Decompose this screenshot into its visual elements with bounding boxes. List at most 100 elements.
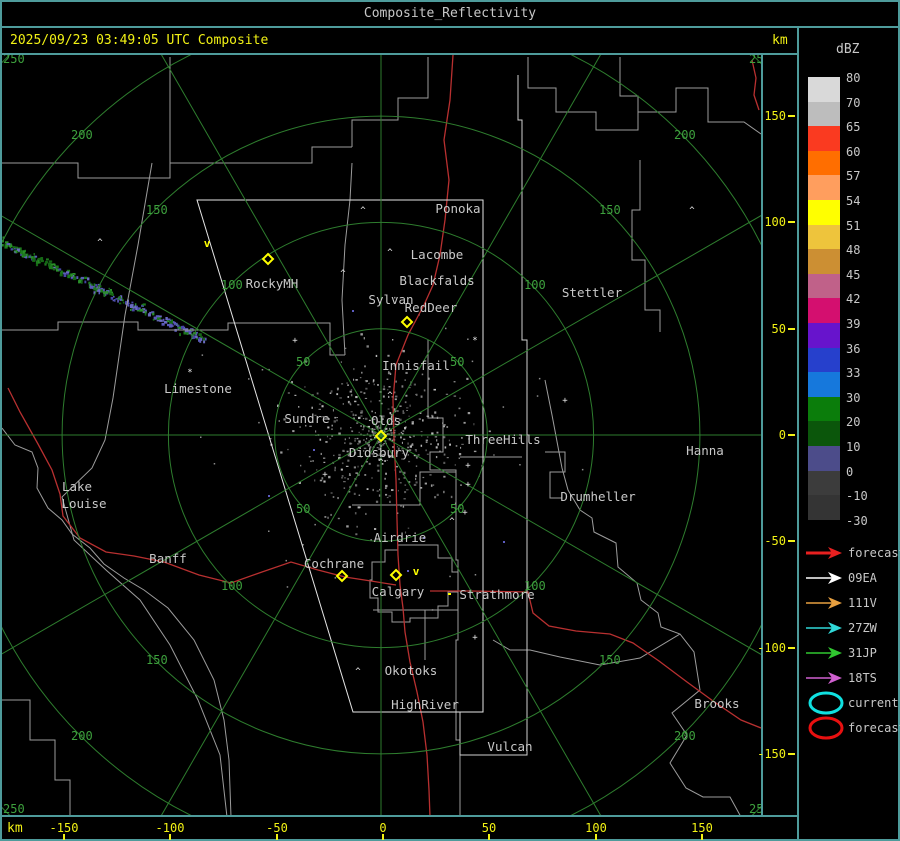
colorbar-value: 60	[846, 144, 861, 159]
y-axis-label: 50	[771, 322, 786, 336]
colorbar-value: 51	[846, 218, 861, 233]
colorbar-value: 65	[846, 120, 861, 135]
y-axis-tick	[788, 115, 795, 117]
y-axis-label: 100	[764, 215, 786, 229]
city-label: RedDeer	[405, 300, 458, 315]
x-axis-label: 150	[691, 821, 713, 835]
x-axis-label: -150	[49, 821, 79, 835]
colorbar-swatch	[808, 200, 840, 225]
colorbar-swatch	[808, 323, 840, 348]
range-ring-label: 50	[450, 355, 464, 369]
city-label: Sundre	[284, 411, 329, 426]
colorbar-value: 42	[846, 292, 861, 307]
colorbar-value: 36	[846, 341, 861, 356]
svg-text:^: ^	[387, 248, 393, 258]
y-axis-label: -50	[764, 534, 786, 548]
x-axis-tick	[701, 834, 703, 840]
colorbar-value: 33	[846, 366, 861, 381]
svg-text:*: *	[187, 368, 192, 378]
x-axis-tick	[169, 834, 171, 840]
colorbar-swatch	[808, 150, 840, 176]
colorbar-swatch	[808, 396, 840, 422]
x-axis-label: -100	[155, 821, 185, 835]
city-label: Okotoks	[385, 663, 438, 678]
legend-label: forecast	[848, 721, 900, 735]
legend-label: 18TS	[848, 671, 877, 685]
range-ring-label: 250	[749, 802, 761, 815]
km-unit-bottom-left: km	[7, 821, 23, 836]
legend-label: 31JP	[848, 646, 877, 660]
range-ring-label: 200	[71, 128, 93, 142]
station-obs-markers: ^+*^^^^*++++^+^^+^	[97, 206, 695, 677]
city-label: ThreeHills	[465, 432, 540, 447]
colorbar-value: 0	[846, 464, 854, 479]
colorbar-value: 30	[846, 390, 861, 405]
x-axis-tick	[488, 834, 490, 840]
scan-area-outline	[196, 75, 528, 756]
y-axis-tick	[788, 540, 795, 542]
y-axis-tick	[788, 434, 795, 436]
range-ring-label: 100	[524, 278, 546, 292]
city-label: Lacombe	[411, 247, 464, 262]
x-axis-tick	[595, 834, 597, 840]
range-ring-label: 250	[3, 55, 25, 66]
y-axis-tick	[788, 221, 795, 223]
x-axis-tick	[276, 834, 278, 840]
city-label: Ponoka	[435, 201, 480, 216]
range-ring-label: 100	[221, 579, 243, 593]
city-label: Strathmore	[459, 587, 534, 602]
svg-text:+: +	[472, 633, 478, 643]
colorbar-value: 54	[846, 194, 861, 208]
colorbar-value: -10	[846, 489, 868, 504]
radar-map-viewport[interactable]: 50 5050 50100 100100 100150 150150 150200 20020…	[2, 55, 761, 815]
range-ring-label: 50	[296, 502, 310, 516]
city-label: Blackfalds	[399, 273, 474, 288]
range-ring-label: 200	[71, 729, 93, 743]
y-axis-tick	[788, 328, 795, 330]
city-label: Innisfail	[382, 358, 450, 373]
track-legend: forecast 09EA 111V 27ZW 31JP 18TS current forec…	[806, 546, 900, 740]
y-axis-label: 150	[764, 109, 786, 123]
city-label: Didsbury	[349, 445, 410, 460]
colorbar-value: 10	[846, 440, 861, 454]
range-ring-label: 150	[599, 653, 621, 667]
colorbar-title: dBZ	[836, 42, 860, 57]
x-axis-label: 50	[481, 821, 497, 835]
y-axis-label: -100	[757, 641, 786, 655]
city-label: Brooks	[694, 696, 739, 711]
range-ring-label: 200	[674, 128, 696, 142]
forecast-ellipse-icon	[808, 716, 844, 740]
city-label: Lake	[62, 479, 92, 494]
city-label: Stettler	[562, 285, 623, 300]
svg-text:^: ^	[449, 517, 455, 527]
x-axis-label: 0	[379, 821, 387, 835]
range-ring-label: 150	[599, 203, 621, 217]
colorbar-value: 70	[846, 95, 861, 110]
window-title: Composite_Reflectivity	[363, 6, 537, 21]
svg-text:*: *	[472, 336, 477, 346]
colorbar-value: 20	[846, 415, 861, 430]
svg-text:^: ^	[360, 206, 366, 216]
y-axis-label: -150	[757, 747, 786, 761]
city-label: RockyMH	[246, 276, 299, 291]
city-label: Louise	[61, 496, 106, 511]
colorbar-swatch	[808, 470, 840, 496]
km-unit-top-right: km	[772, 33, 788, 48]
svg-text:^: ^	[387, 391, 393, 401]
legend-label: 09EA	[848, 571, 878, 585]
city-label: Vulcan	[487, 739, 532, 754]
svg-text:+: +	[465, 461, 471, 471]
site-diamond-icon	[400, 315, 414, 329]
city-label: HighRiver	[391, 697, 459, 712]
svg-text:+: +	[462, 508, 468, 518]
range-ring-label: 150	[146, 203, 168, 217]
city-label: Banff	[149, 551, 187, 566]
colorbar-swatch	[808, 298, 840, 323]
colorbar-value: 57	[846, 169, 861, 184]
range-ring-label: 250	[749, 55, 761, 66]
legend-label: forecast	[848, 546, 900, 560]
svg-text:+: +	[562, 396, 568, 406]
colorbar-swatch	[808, 446, 840, 471]
colorbar-swatch	[808, 372, 840, 397]
city-label: Limestone	[164, 381, 232, 396]
